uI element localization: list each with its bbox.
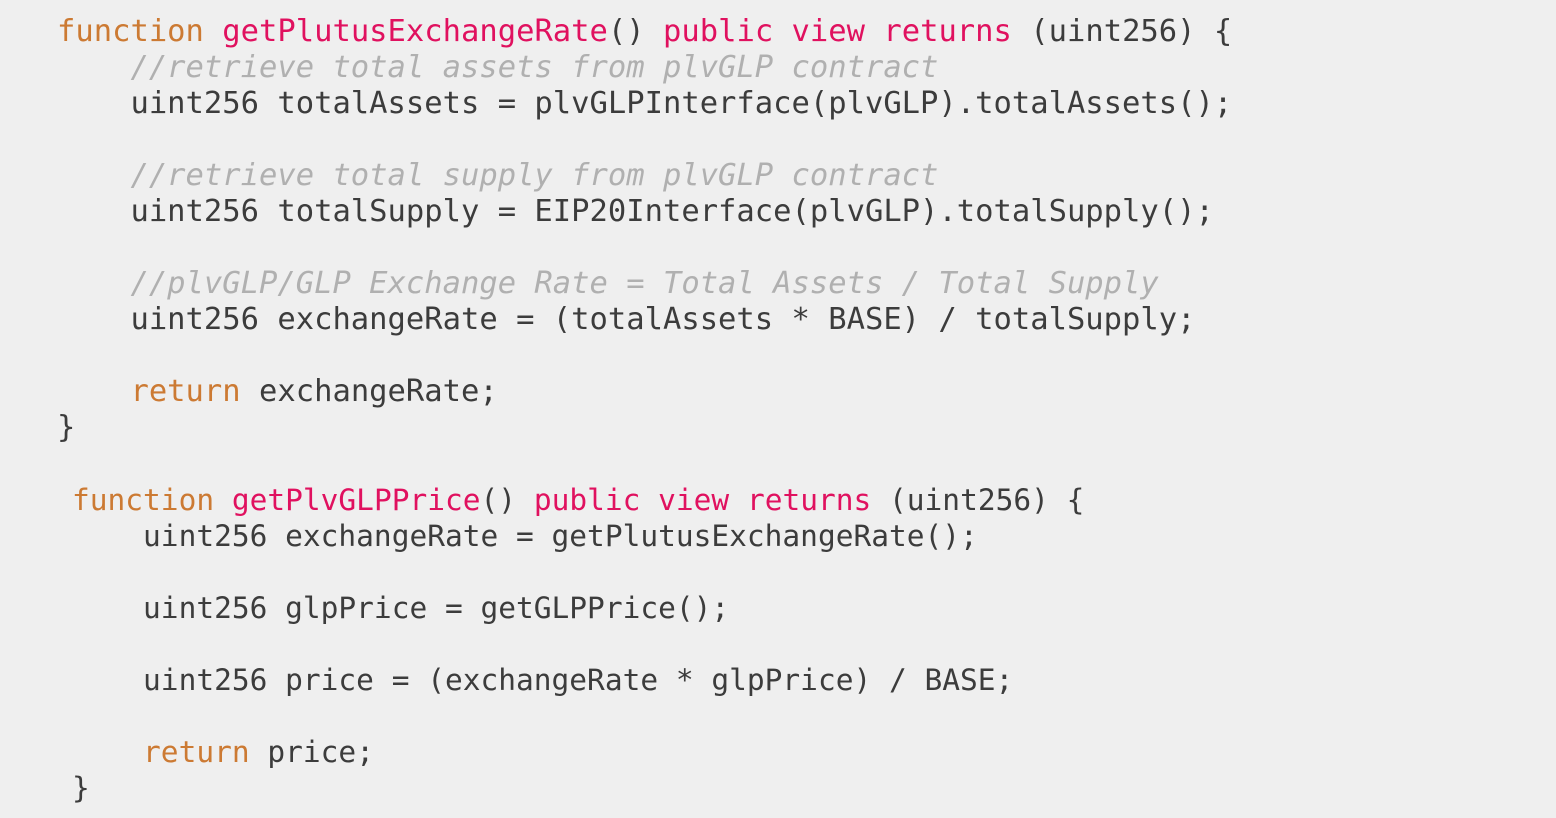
code-token-plain: price; — [249, 735, 374, 769]
code-line[interactable] — [0, 626, 143, 662]
code-line[interactable]: //retrieve total assets from plvGLP cont… — [0, 50, 938, 86]
code-line[interactable] — [0, 122, 130, 158]
code-line[interactable] — [0, 698, 143, 734]
code-line[interactable]: } — [0, 770, 90, 806]
code-token-plain: uint256 glpPrice = getGLPPrice(); — [143, 591, 730, 625]
code-token-plain: (uint256) { — [871, 483, 1085, 517]
code-token-modifier: public view returns — [663, 14, 1012, 49]
code-token-fnname: getPlutusExchangeRate — [222, 14, 608, 49]
code-token-plain: uint256 price = (exchangeRate * glpPrice… — [143, 663, 1014, 697]
code-token-plain: (uint256) { — [1011, 14, 1233, 49]
code-line[interactable]: uint256 exchangeRate = (totalAssets * BA… — [0, 302, 1195, 338]
code-line[interactable]: uint256 glpPrice = getGLPPrice(); — [0, 590, 729, 626]
code-line[interactable]: uint256 totalAssets = plvGLPInterface(pl… — [0, 86, 1232, 122]
code-line[interactable]: function getPlvGLPPrice() public view re… — [0, 482, 1084, 518]
code-token-comment: //retrieve total supply from plvGLP cont… — [130, 158, 939, 193]
code-token-keyword: function — [72, 483, 215, 517]
code-line[interactable] — [0, 230, 130, 266]
code-line[interactable] — [0, 554, 143, 590]
code-snippet-viewer: function getPlutusExchangeRate() public … — [0, 0, 1556, 818]
code-token-keyword: return — [143, 735, 250, 769]
code-token-modifier: public view returns — [533, 483, 872, 517]
code-line[interactable]: uint256 price = (exchangeRate * glpPrice… — [0, 662, 1013, 698]
code-token-plain: uint256 exchangeRate = getPlutusExchange… — [143, 519, 978, 553]
code-token-keyword: return — [130, 374, 241, 409]
code-token-plain: uint256 exchangeRate = (totalAssets * BA… — [130, 302, 1196, 337]
code-token-fnname: getPlvGLPPrice — [231, 483, 481, 517]
code-token-plain: } — [57, 410, 76, 445]
code-token-plain: } — [72, 771, 90, 805]
code-line[interactable]: //plvGLP/GLP Exchange Rate = Total Asset… — [0, 266, 1159, 302]
code-token-plain: exchangeRate; — [240, 374, 498, 409]
code-token-punct: () — [480, 483, 534, 517]
code-line[interactable]: function getPlutusExchangeRate() public … — [0, 14, 1232, 50]
code-line[interactable]: uint256 exchangeRate = getPlutusExchange… — [0, 518, 978, 554]
code-token-plain: uint256 totalAssets = plvGLPInterface(pl… — [130, 86, 1233, 121]
code-line[interactable]: return price; — [0, 734, 374, 770]
code-token-plain: uint256 totalSupply = EIP20Interface(plv… — [130, 194, 1214, 229]
code-line[interactable] — [0, 338, 130, 374]
code-token-comment: //plvGLP/GLP Exchange Rate = Total Asset… — [130, 266, 1159, 301]
code-token-punct: () — [607, 14, 663, 49]
code-line[interactable]: //retrieve total supply from plvGLP cont… — [0, 158, 938, 194]
code-line[interactable]: } — [0, 410, 75, 446]
code-token-keyword: function — [57, 14, 204, 49]
code-token-comment: //retrieve total assets from plvGLP cont… — [130, 50, 939, 85]
code-line[interactable]: uint256 totalSupply = EIP20Interface(plv… — [0, 194, 1214, 230]
code-line[interactable]: return exchangeRate; — [0, 374, 498, 410]
